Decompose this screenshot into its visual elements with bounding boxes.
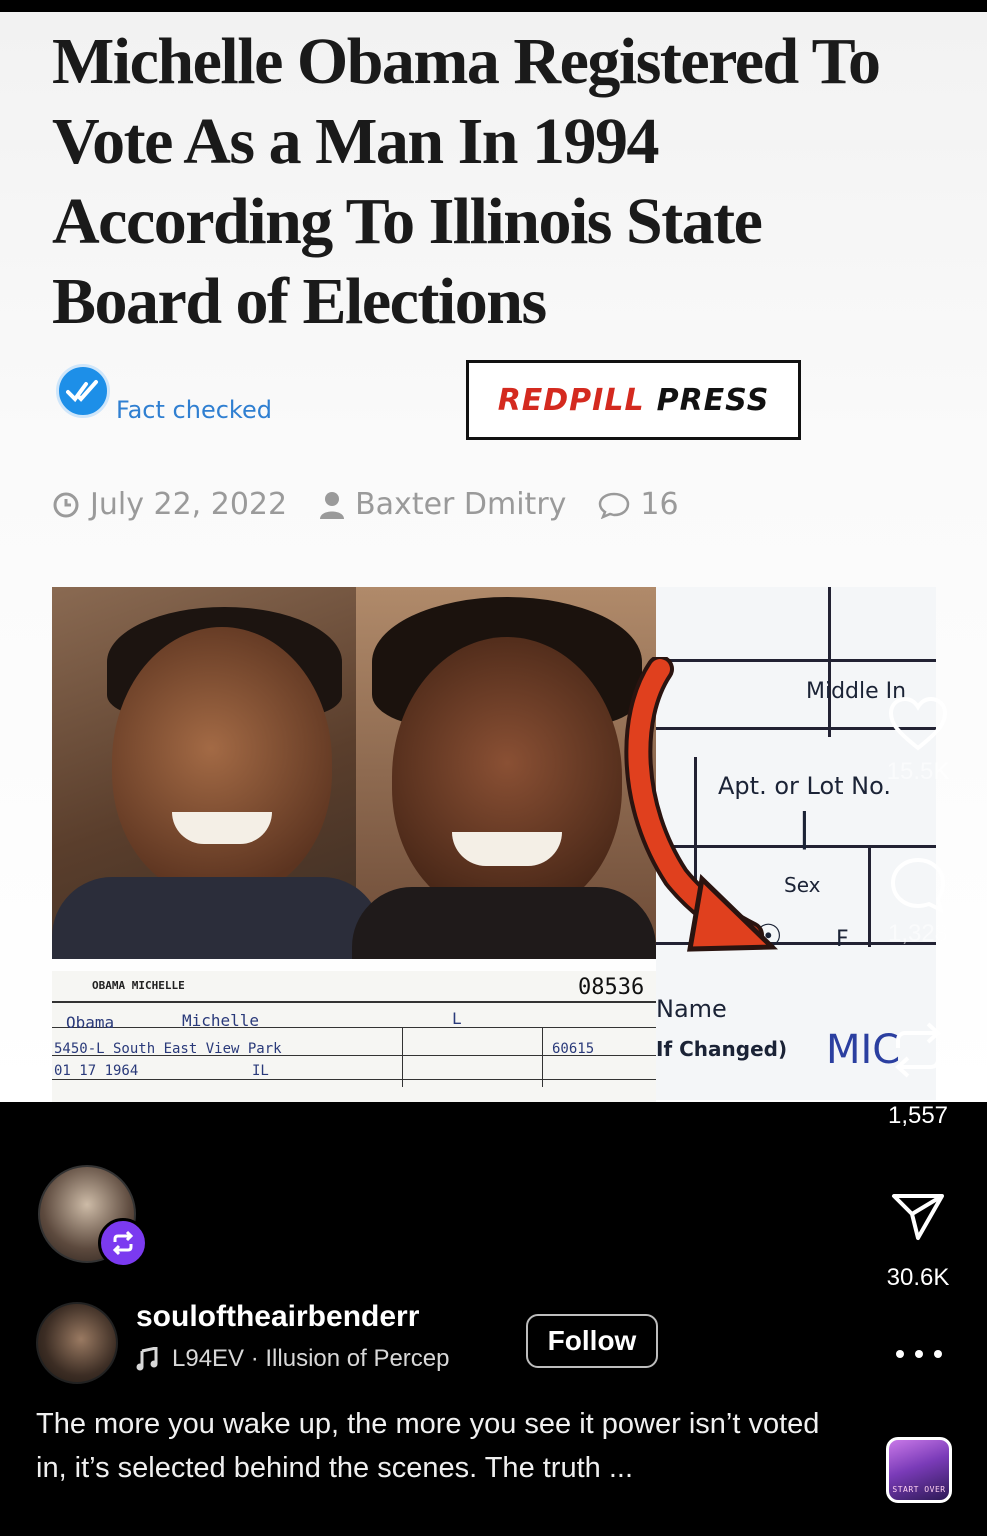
registration-form-card: OBAMA MICHELLE 08536 Obama Michelle L 54… <box>52 971 656 1102</box>
fact-checked-badge: Fact checked <box>56 364 272 424</box>
comment-action[interactable]: 1,328 <box>878 856 958 948</box>
repost-action[interactable]: 1,557 <box>878 1020 958 1130</box>
music-track-label: L94EV · Illusion of Percep <box>172 1345 450 1372</box>
repost-icon[interactable] <box>890 1020 946 1080</box>
share-action[interactable]: 30.6K <box>878 1190 958 1292</box>
send-icon[interactable] <box>890 1190 946 1242</box>
post-media[interactable]: Michelle Obama Registered To Vote As a M… <box>0 12 987 1102</box>
more-options-icon[interactable] <box>896 1350 942 1358</box>
repost-badge-icon <box>98 1218 148 1268</box>
article-comment-count: 16 <box>640 487 679 522</box>
status-bar <box>0 0 987 12</box>
music-album-thumbnail[interactable]: START OVER <box>886 1437 952 1503</box>
article-author: Baxter Dmitry <box>355 487 567 522</box>
share-count: 30.6K <box>886 1264 950 1291</box>
like-action[interactable]: 15.5K <box>878 696 958 786</box>
article-headline: Michelle Obama Registered To Vote As a M… <box>52 25 881 338</box>
comment-count: 1,328 <box>887 920 949 947</box>
article-meta: July 22, 2022 Baxter Dmitry 16 <box>52 487 711 522</box>
music-track[interactable]: L94EV · Illusion of Percep <box>136 1345 502 1373</box>
user-icon <box>320 491 345 519</box>
repost-count: 1,557 <box>887 1102 949 1129</box>
comment-icon[interactable] <box>889 856 947 914</box>
red-arrow-annotation <box>624 657 779 952</box>
double-check-icon <box>56 364 110 418</box>
redpill-press-logo: REDPILL PRESS <box>466 360 801 440</box>
music-note-icon <box>136 1347 158 1371</box>
follow-button[interactable]: Follow <box>526 1314 658 1368</box>
article-date: July 22, 2022 <box>90 487 288 522</box>
heart-icon[interactable] <box>888 696 948 752</box>
author-username[interactable]: souloftheairbenderr <box>136 1300 419 1334</box>
couple-photo <box>52 587 656 959</box>
comment-bubble-icon <box>599 492 630 519</box>
author-avatar[interactable] <box>36 1302 118 1384</box>
clock-icon <box>53 492 79 517</box>
post-caption[interactable]: The more you wake up, the more you see i… <box>36 1402 856 1490</box>
fact-checked-label: Fact checked <box>116 396 272 424</box>
like-count: 15.5K <box>886 758 950 785</box>
